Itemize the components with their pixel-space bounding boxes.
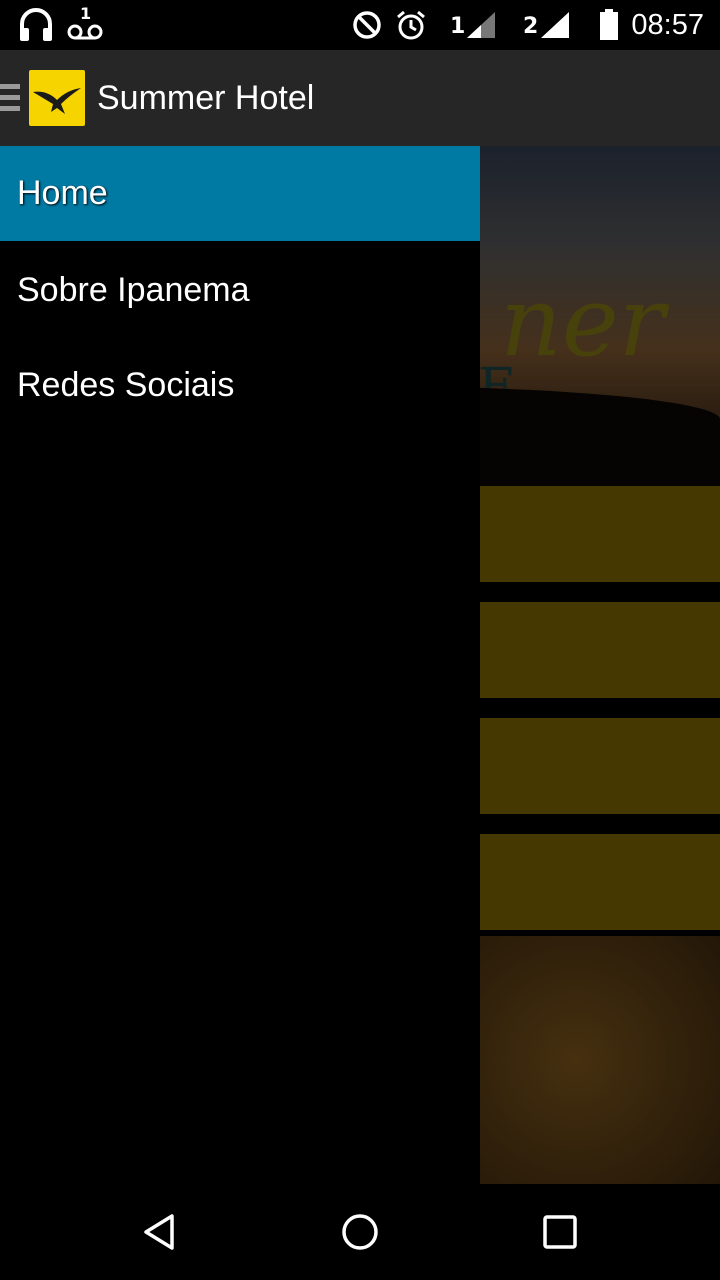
back-icon[interactable]	[100, 1184, 220, 1280]
battery-icon	[596, 0, 622, 50]
bird-logo-icon	[33, 88, 81, 114]
recents-icon[interactable]	[500, 1184, 620, 1280]
clock: 08:57	[631, 8, 704, 41]
home-icon[interactable]	[300, 1184, 420, 1280]
navigation-drawer: Home Sobre Ipanema Redes Sociais	[0, 146, 480, 1184]
signal-icon	[464, 0, 498, 50]
voicemail-count: 1	[80, 4, 92, 23]
status-bar: 1 1 2 08:57	[0, 0, 720, 50]
drawer-item-home[interactable]: Home	[0, 146, 480, 241]
menu-icon[interactable]	[0, 84, 20, 114]
drawer-item-redes-sociais[interactable]: Redes Sociais	[0, 338, 480, 433]
app-title: Summer Hotel	[97, 78, 315, 117]
signal-icon	[538, 0, 572, 50]
do-not-disturb-icon	[350, 0, 384, 50]
sim2-label: 2	[523, 14, 539, 39]
alarm-icon	[394, 0, 428, 50]
system-nav-bar	[0, 1184, 720, 1280]
app-logo[interactable]	[29, 70, 85, 126]
drawer-item-sobre-ipanema[interactable]: Sobre Ipanema	[0, 243, 480, 338]
action-bar: Summer Hotel	[0, 50, 720, 146]
headphones-icon	[16, 0, 56, 50]
